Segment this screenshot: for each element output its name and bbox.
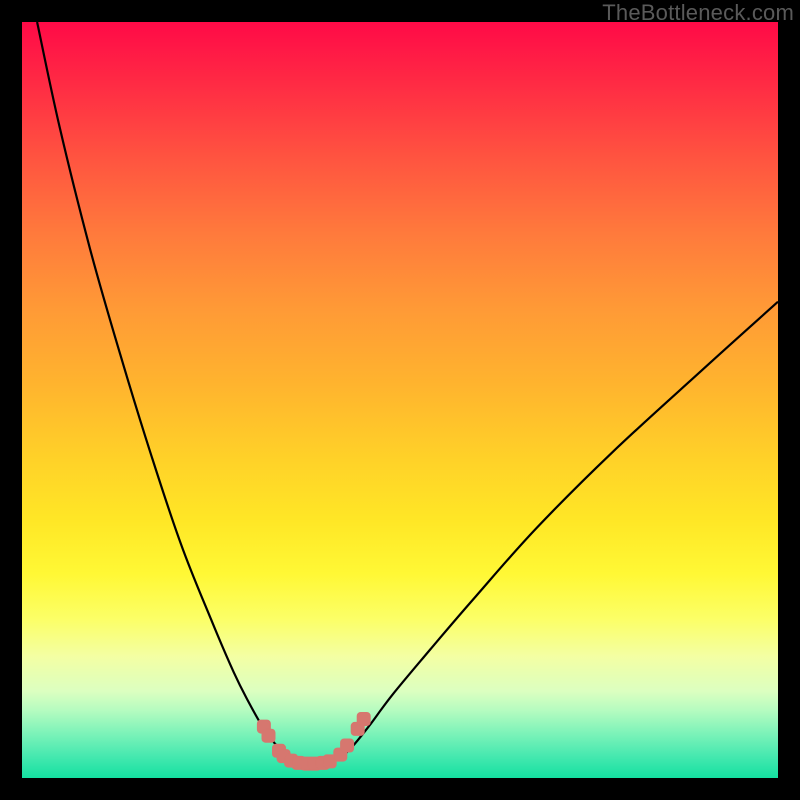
watermark-text: TheBottleneck.com [602, 0, 794, 26]
chart-plot-area [22, 22, 778, 778]
curve-marker [262, 729, 275, 742]
bottleneck-curve-svg [22, 22, 778, 778]
marker-cluster-left [257, 720, 336, 770]
marker-cluster-right [334, 713, 370, 762]
curve-marker [341, 739, 354, 752]
curve-right [332, 302, 778, 762]
curve-marker [357, 713, 370, 726]
curve-left [37, 22, 294, 761]
